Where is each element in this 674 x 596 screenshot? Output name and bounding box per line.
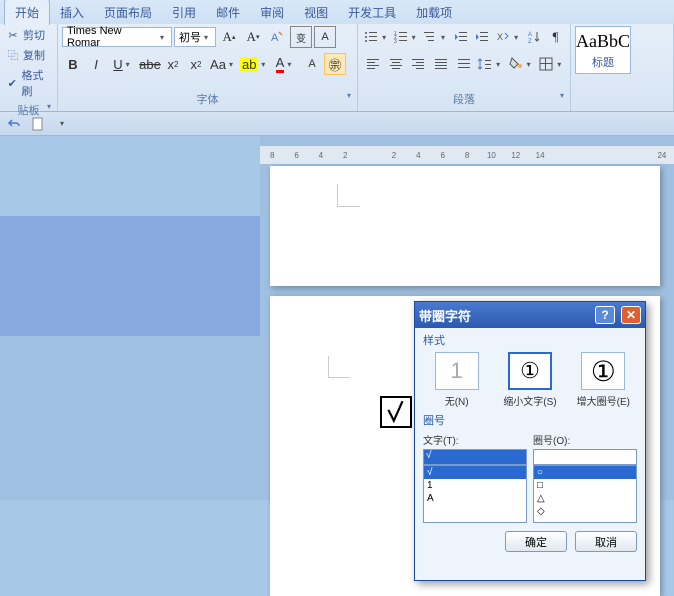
style-option-1[interactable]: ①缩小文字(S) — [496, 352, 563, 408]
dialog-titlebar[interactable]: 带圈字符 ? ✕ — [415, 302, 645, 328]
svg-text:A: A — [528, 32, 532, 38]
text-input[interactable]: √ — [423, 449, 527, 465]
style-option-0[interactable]: 1无(N) — [423, 352, 490, 408]
bullets-button[interactable]: ▾ — [362, 26, 390, 48]
tab-0[interactable]: 开始 — [4, 0, 50, 25]
style-section-label: 样式 — [415, 328, 645, 352]
paragraph-group: ▾ 123▾ ▾ X▾ AZ ¶ ▾ ▾ ▾ 段落 — [358, 24, 571, 111]
ribbon: ✂剪切 ⿻复制 ✔格式刷 贴板 Times New Romar▾ 初号▾ A▴ … — [0, 24, 674, 112]
font-color-button[interactable]: A▾ — [270, 53, 300, 75]
shrink-font-button[interactable]: A▾ — [242, 26, 264, 48]
close-button[interactable]: ✕ — [621, 306, 641, 324]
enclose-section-label: 圈号 — [415, 408, 645, 432]
subscript-button[interactable]: x2 — [162, 53, 184, 75]
enclose-label: 圈号(O): — [533, 432, 637, 447]
tab-4[interactable]: 邮件 — [206, 0, 250, 25]
italic-button[interactable]: I — [85, 53, 107, 75]
cancel-button[interactable]: 取消 — [575, 531, 637, 552]
font-group: Times New Romar▾ 初号▾ A▴ A▾ A 变 A B I U▾ … — [58, 24, 358, 111]
text-label: 文字(T): — [423, 432, 527, 447]
clipboard-group: ✂剪切 ⿻复制 ✔格式刷 贴板 — [0, 24, 58, 111]
svg-text:Z: Z — [528, 39, 532, 45]
svg-text:A: A — [271, 32, 279, 44]
styles-group: AaBbC 标题 — [571, 24, 674, 111]
char-shading-button[interactable]: A — [301, 53, 323, 75]
font-label: 字体 — [62, 89, 353, 109]
cut-button[interactable]: ✂剪切 — [4, 26, 53, 44]
align-distribute-button[interactable] — [453, 53, 475, 75]
help-button[interactable]: ? — [595, 306, 615, 324]
scissors-icon: ✂ — [6, 28, 20, 42]
multilevel-button[interactable]: ▾ — [421, 26, 449, 48]
borders-button[interactable]: ▾ — [536, 53, 566, 75]
underline-button[interactable]: U▾ — [108, 53, 138, 75]
copy-icon: ⿻ — [6, 48, 20, 62]
strike-button[interactable]: abe — [139, 53, 161, 75]
brush-icon: ✔ — [6, 76, 19, 90]
indent-increase-button[interactable] — [472, 26, 493, 48]
numbering-button[interactable]: 123▾ — [391, 26, 419, 48]
enclosed-char-dialog: 带圈字符 ? ✕ 样式 1无(N)①缩小文字(S)①增大圈号(E) 圈号 文字(… — [414, 301, 646, 581]
tab-1[interactable]: 插入 — [50, 0, 94, 25]
clear-format-button[interactable]: A — [266, 26, 288, 48]
enclosed-char-button[interactable]: ㊪ — [324, 53, 346, 75]
style-option-2[interactable]: ①增大圈号(E) — [570, 352, 637, 408]
quick-access-toolbar: ▾ — [0, 112, 674, 136]
shading-button[interactable]: ▾ — [506, 53, 536, 75]
tab-3[interactable]: 引用 — [162, 0, 206, 25]
text-direction-button[interactable]: X▾ — [494, 26, 522, 48]
clipboard-label: 贴板 — [4, 100, 53, 120]
tab-5[interactable]: 审阅 — [250, 0, 294, 25]
font-name-combo[interactable]: Times New Romar▾ — [62, 27, 172, 47]
svg-text:3: 3 — [394, 39, 397, 45]
ruler: 8642246810121424 — [260, 146, 674, 164]
checkbox-symbol — [380, 396, 412, 428]
bold-button[interactable]: B — [62, 53, 84, 75]
tab-6[interactable]: 视图 — [294, 0, 338, 25]
line-spacing-button[interactable]: ▾ — [475, 53, 505, 75]
document-page-1 — [270, 166, 660, 286]
enclose-input[interactable] — [533, 449, 637, 465]
superscript-button[interactable]: x2 — [185, 53, 207, 75]
font-size-combo[interactable]: 初号▾ — [174, 27, 216, 47]
style-heading[interactable]: AaBbC 标题 — [575, 26, 631, 74]
char-border-button[interactable]: A — [314, 26, 336, 48]
dialog-title: 带圈字符 — [419, 306, 589, 325]
indent-decrease-button[interactable] — [450, 26, 471, 48]
align-left-button[interactable] — [362, 53, 384, 75]
enclose-listbox[interactable]: ○□△◇ — [533, 465, 637, 523]
svg-text:X: X — [497, 32, 503, 42]
copy-button[interactable]: ⿻复制 — [4, 46, 53, 64]
highlight-button[interactable]: ab▾ — [239, 53, 269, 75]
format-painter-button[interactable]: ✔格式刷 — [4, 66, 53, 100]
text-listbox[interactable]: √1A — [423, 465, 527, 523]
tab-8[interactable]: 加载项 — [406, 0, 462, 25]
tab-7[interactable]: 开发工具 — [338, 0, 406, 25]
ribbon-tabs: 开始插入页面布局引用邮件审阅视图开发工具加载项 — [0, 0, 674, 24]
ok-button[interactable]: 确定 — [505, 531, 567, 552]
paragraph-label: 段落 — [362, 89, 566, 109]
sort-button[interactable]: AZ — [523, 26, 544, 48]
phonetic-button[interactable]: 变 — [290, 26, 312, 48]
tab-2[interactable]: 页面布局 — [94, 0, 162, 25]
workspace: 8642246810121424 带圈字符 ? ✕ 样式 1无(N)①缩小文字(… — [0, 136, 674, 500]
align-center-button[interactable] — [385, 53, 407, 75]
grow-font-button[interactable]: A▴ — [218, 26, 240, 48]
qat-more-button[interactable]: ▾ — [52, 114, 72, 134]
align-right-button[interactable] — [407, 53, 429, 75]
change-case-button[interactable]: Aa▾ — [208, 53, 238, 75]
show-marks-button[interactable]: ¶ — [545, 26, 566, 48]
align-justify-button[interactable] — [430, 53, 452, 75]
